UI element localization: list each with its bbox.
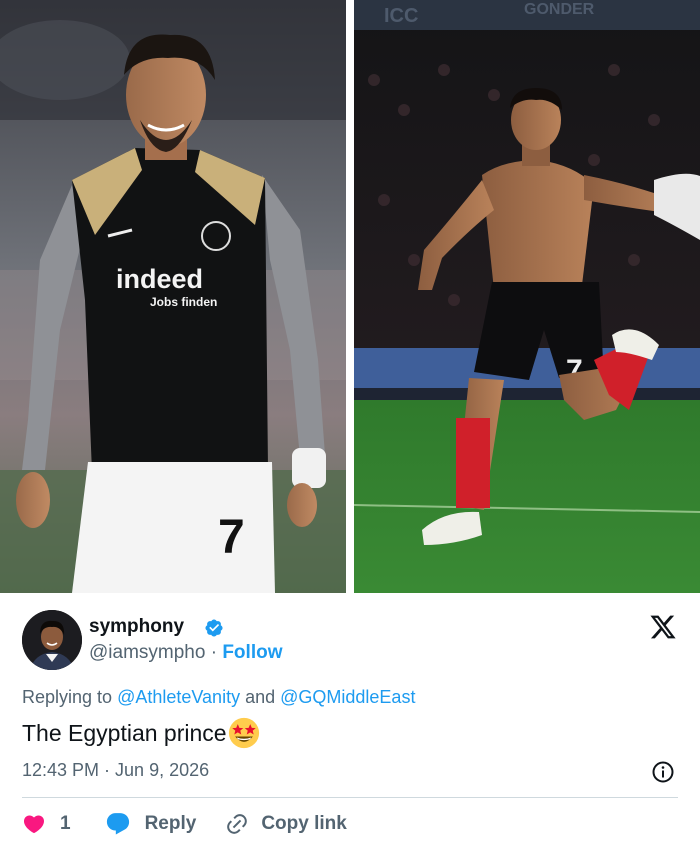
shorts-number-left: 7 xyxy=(218,511,245,564)
handle-row: @iamsympho · Follow xyxy=(89,642,282,664)
replying-prefix: Replying to xyxy=(22,687,118,707)
link-icon xyxy=(227,814,248,834)
replying-to: Replying to @AthleteVanity and @GQMiddle… xyxy=(22,687,415,708)
reply-button[interactable]: Reply xyxy=(105,811,197,837)
stadium-board-right: GONDER xyxy=(524,1,595,18)
photo-right-illustration: ICC GONDER 7 xyxy=(354,0,700,593)
reply-label: Reply xyxy=(144,813,197,834)
like-count: 1 xyxy=(60,813,71,834)
tweet-text-content: The Egyptian prince xyxy=(22,719,227,746)
tweet-card: symphony @iamsympho · Follow Replying to… xyxy=(0,593,700,850)
photo-player-celebrating[interactable]: ICC GONDER 7 xyxy=(354,0,700,593)
info-icon[interactable] xyxy=(651,760,675,784)
timestamp[interactable]: 12:43 PM · Jun 9, 2026 xyxy=(22,760,209,781)
user-handle[interactable]: @iamsympho xyxy=(89,642,205,663)
shirt-tagline: Jobs finden xyxy=(150,295,217,309)
copy-link-label: Copy link xyxy=(261,813,347,834)
avatar-image xyxy=(22,610,82,670)
avatar[interactable] xyxy=(22,610,82,670)
verified-badge-icon xyxy=(205,619,223,637)
divider xyxy=(22,797,678,798)
like-button[interactable]: 1 xyxy=(22,812,71,836)
heart-icon xyxy=(23,815,45,834)
tweet-text: The Egyptian prince xyxy=(22,717,260,749)
action-bar: 1 Reply Copy link xyxy=(22,811,347,837)
follow-button[interactable]: Follow xyxy=(222,642,282,663)
shirt-sponsor: indeed xyxy=(116,264,203,294)
reply-bubble-icon xyxy=(106,813,129,835)
mention-gqmiddleeast[interactable]: @GQMiddleEast xyxy=(280,687,415,707)
photo-left-illustration: 7 indeed Jobs finden xyxy=(0,0,346,593)
photo-gap xyxy=(346,0,354,593)
mention-athletevanity[interactable]: @AthleteVanity xyxy=(117,687,240,707)
photo-player-smiling[interactable]: 7 indeed Jobs finden xyxy=(0,0,346,593)
display-name[interactable]: symphony xyxy=(89,616,184,638)
star-struck-emoji-icon xyxy=(228,717,259,749)
copy-link-button[interactable]: Copy link xyxy=(225,812,347,836)
x-logo-icon[interactable] xyxy=(649,613,677,641)
replying-and: and xyxy=(240,687,281,707)
handle-separator: · xyxy=(205,642,223,663)
stadium-board-left: ICC xyxy=(384,5,418,27)
